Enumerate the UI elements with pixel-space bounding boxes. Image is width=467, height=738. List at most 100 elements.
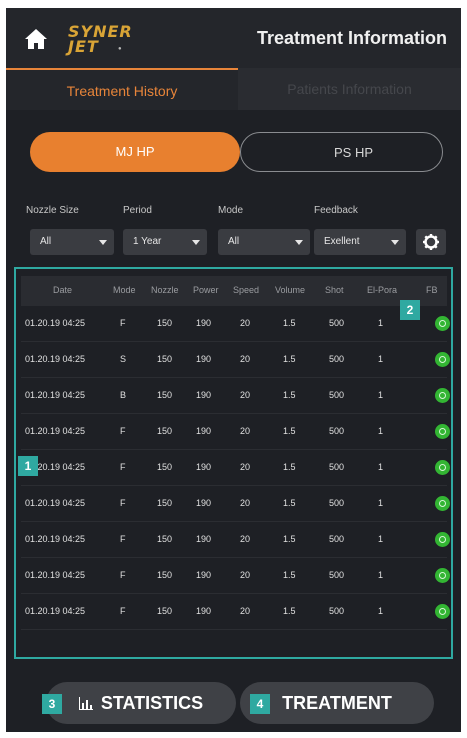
feedback-smile-icon [435,424,450,439]
feedback-smile-icon [435,316,450,331]
cell-nozzle: 150 [157,318,173,328]
cell-shot: 500 [329,354,345,364]
chevron-down-icon [391,240,399,245]
table-row[interactable]: 01.20.19 04:25 S 150 190 20 1.5 500 1 [21,342,450,378]
mj-hp-toggle[interactable]: MJ HP [30,132,240,172]
feedback-smile-icon [435,388,450,403]
cell-speed: 20 [240,606,251,616]
cell-mode: S [120,354,127,364]
chevron-down-icon [192,240,200,245]
feedback-value: Exellent [324,236,360,247]
app-window: SYNER JET ● Treatment Information Treatm… [6,8,461,732]
cell-shot: 500 [329,390,345,400]
table-row[interactable]: 01.20.19 04:25 F 150 190 20 1.5 500 1 [21,558,450,594]
column-header: Mode [113,285,136,295]
cell-nozzle: 150 [157,570,173,580]
cell-el-pora: 1 [378,354,384,364]
cell-volume: 1.5 [283,390,296,400]
cell-shot: 500 [329,606,345,616]
cell-shot: 500 [329,462,345,472]
cell-shot: 500 [329,318,345,328]
home-icon[interactable] [22,26,50,52]
column-header: Nozzle [151,285,179,295]
cell-shot: 500 [329,570,345,580]
cell-volume: 1.5 [283,534,296,544]
mode-label: Mode [218,205,244,216]
table-row[interactable]: 01.20.19 04:25 F 150 190 20 1.5 500 1 [21,414,450,450]
feedback-label: Feedback [314,205,358,216]
cell-speed: 20 [240,570,251,580]
cell-date: 01.20.19 04:25 [25,606,86,616]
cell-el-pora: 1 [378,462,384,472]
feedback-smile-icon [435,496,450,511]
feedback-smile-icon [435,568,450,583]
cell-nozzle: 150 [157,462,173,472]
table-header: Date Mode Nozzle Power Speed Volume Shot… [21,276,447,306]
cell-volume: 1.5 [283,606,296,616]
synerjet-logo: SYNER JET ● [60,22,170,58]
cell-mode: F [120,498,126,508]
page-title: Treatment Information [256,28,447,48]
cell-speed: 20 [240,390,251,400]
cell-el-pora: 1 [378,570,384,580]
tab-treatment-history[interactable]: Treatment History [6,68,238,110]
cell-power: 190 [196,606,212,616]
table-row[interactable]: 01.20.19 04:25 B 150 190 20 1.5 500 1 [21,378,450,414]
cell-shot: 500 [329,534,345,544]
tab-bar: Treatment History Patients Information [6,68,461,110]
nozzle-size-label: Nozzle Size [26,205,79,216]
cell-volume: 1.5 [283,318,296,328]
cell-mode: F [120,318,126,328]
cell-nozzle: 150 [157,606,173,616]
table-row[interactable]: 01.20.19 04:25 F 150 190 20 1.5 500 1 [21,486,450,522]
cell-power: 190 [196,318,212,328]
callout-badge-3: 3 [42,694,62,714]
cell-speed: 20 [240,426,251,436]
cell-speed: 20 [240,354,251,364]
logo-text-bottom: JET [68,37,99,56]
cell-speed: 20 [240,534,251,544]
column-header: Shot [325,285,344,295]
table-row[interactable]: 01.20.19 04:25 F 150 190 20 1.5 500 1 [21,450,450,486]
feedback-smile-icon [435,352,450,367]
nozzle-size-value: All [40,236,52,247]
column-header: FB [426,285,438,295]
cell-date: 01.20.19 04:25 [25,354,86,364]
chevron-down-icon [295,240,303,245]
cell-nozzle: 150 [157,390,173,400]
cell-speed: 20 [240,498,251,508]
column-header: Volume [275,285,306,295]
period-select[interactable]: 1 Year [123,229,207,255]
feedback-smile-icon [435,460,450,475]
cell-date: 01.20.19 04:25 [25,318,86,328]
nozzle-size-select[interactable]: All [30,229,114,255]
cell-mode: B [120,390,127,400]
period-label: Period [123,205,152,216]
cell-mode: F [120,606,126,616]
cell-shot: 500 [329,498,345,508]
cell-nozzle: 150 [157,534,173,544]
statistics-button[interactable]: STATISTICS [46,682,236,724]
header-bar: SYNER JET ● Treatment Information [6,8,461,68]
feedback-smile-icon [435,604,450,619]
table-row[interactable]: 01.20.19 04:25 F 150 190 20 1.5 500 1 [21,522,450,558]
cell-nozzle: 150 [157,498,173,508]
tab-patients-information[interactable]: Patients Information [238,68,461,110]
logo-mark: ● [118,46,122,52]
table-row[interactable]: 01.20.19 04:25 F 150 190 20 1.5 500 1 [21,594,450,630]
feedback-smile-icon [435,532,450,547]
feedback-select[interactable]: Exellent [314,229,406,255]
bar-chart-icon [78,697,93,710]
cell-mode: F [120,534,126,544]
mode-select[interactable]: All [218,229,310,255]
cell-el-pora: 1 [378,426,384,436]
cell-date: 01.20.19 04:25 [25,570,86,580]
ps-hp-toggle[interactable]: PS HP [240,132,443,172]
gear-icon[interactable] [416,229,446,255]
table-row[interactable]: 01.20.19 04:25 F 150 190 20 1.5 500 1 [21,306,450,342]
callout-badge-4: 4 [250,694,270,714]
cell-power: 190 [196,426,212,436]
cell-power: 190 [196,390,212,400]
cell-el-pora: 1 [378,318,384,328]
column-header: Power [193,285,219,295]
